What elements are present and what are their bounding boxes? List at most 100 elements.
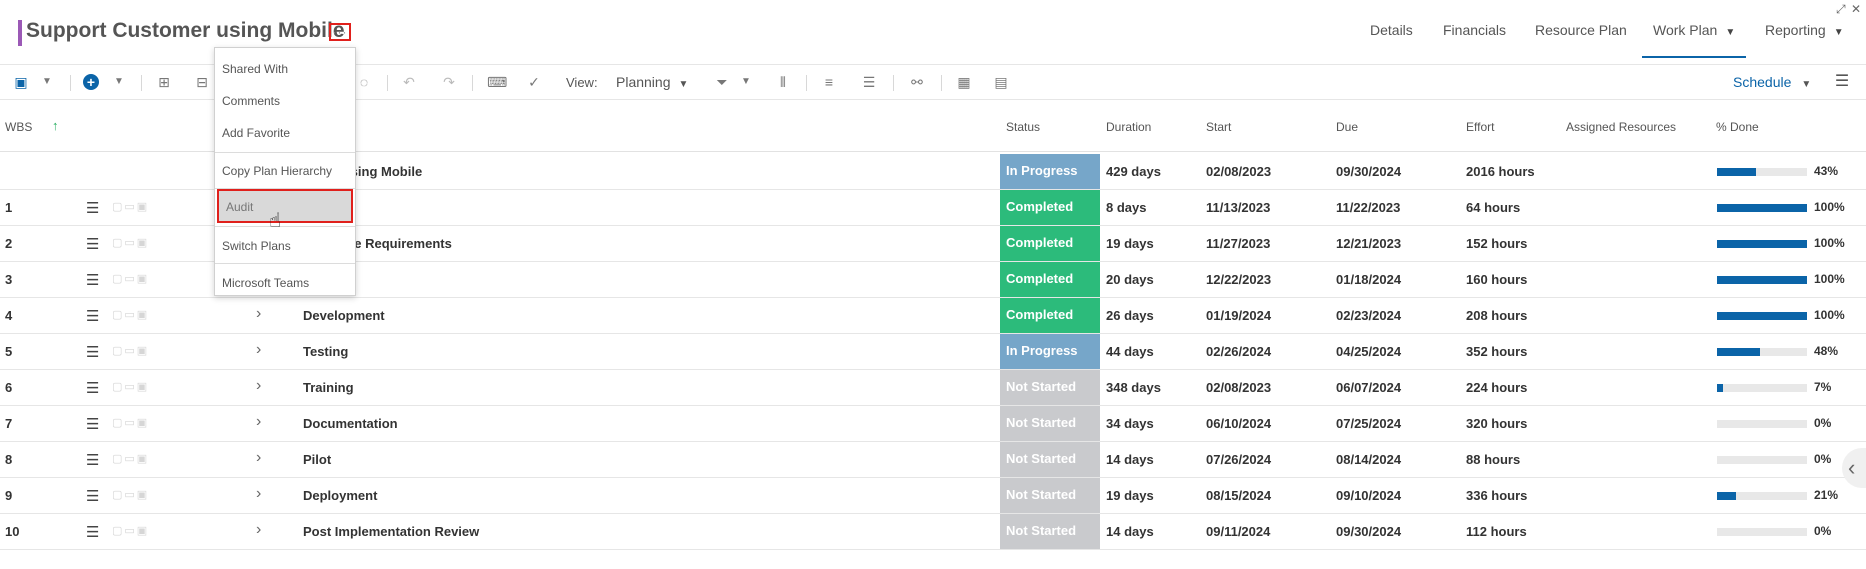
col-duration[interactable]: Duration bbox=[1106, 120, 1151, 134]
drag-handle-icon[interactable]: ☰ bbox=[86, 235, 99, 253]
row-action-icons[interactable]: ▢▭▣ bbox=[112, 416, 149, 429]
columns-icon[interactable]: ⫴ bbox=[774, 73, 792, 91]
col-status[interactable]: Status bbox=[1006, 120, 1040, 134]
tab-reporting[interactable]: Reporting ▼ bbox=[1765, 22, 1844, 38]
drag-handle-icon[interactable]: ☰ bbox=[86, 343, 99, 361]
col-start[interactable]: Start bbox=[1206, 120, 1231, 134]
row-action-icons[interactable]: ▢▭▣ bbox=[112, 200, 149, 213]
task-name-cell[interactable]: Training bbox=[303, 380, 354, 395]
drag-handle-icon[interactable]: ☰ bbox=[86, 307, 99, 325]
col-percent-done[interactable]: % Done bbox=[1716, 120, 1759, 134]
row-action-icons[interactable]: ▢▭▣ bbox=[112, 452, 149, 465]
row-action-icons[interactable]: ▢▭▣ bbox=[112, 272, 149, 285]
task-name-cell[interactable]: Pilot bbox=[303, 452, 331, 467]
more-options-menu: Shared With Comments Add Favorite Copy P… bbox=[214, 47, 356, 296]
tab-work-plan[interactable]: Work Plan ▼ bbox=[1653, 22, 1735, 38]
table-row[interactable]: 9 ☰ ▢▭▣ › Deployment Not Started 19 days 08/15/… bbox=[0, 478, 1866, 514]
table-row[interactable]: 10 ☰ ▢▭▣ › Post Implementation Review Not Sta… bbox=[0, 514, 1866, 550]
chevron-right-icon[interactable]: › bbox=[256, 521, 261, 539]
add-icon[interactable]: + bbox=[83, 74, 99, 90]
link-icon[interactable]: ⚯ bbox=[908, 73, 926, 91]
chevron-right-icon[interactable]: › bbox=[256, 485, 261, 503]
hamburger-menu-icon[interactable]: ☰ bbox=[1833, 73, 1851, 91]
menu-item-audit[interactable]: Audit bbox=[217, 189, 353, 223]
menu-item-microsoft-teams[interactable]: Microsoft Teams bbox=[215, 267, 355, 297]
effort-cell: 2016 hours bbox=[1466, 164, 1535, 179]
table-row[interactable]: 6 ☰ ▢▭▣ › Training Not Started 348 days 02/08/2… bbox=[0, 370, 1866, 406]
progress-bar bbox=[1717, 276, 1807, 284]
row-action-icons[interactable]: ▢▭▣ bbox=[112, 488, 149, 501]
menu-item-add-favorite[interactable]: Add Favorite bbox=[215, 117, 355, 147]
col-effort[interactable]: Effort bbox=[1466, 120, 1494, 134]
drag-handle-icon[interactable]: ☰ bbox=[86, 451, 99, 469]
col-due[interactable]: Due bbox=[1336, 120, 1358, 134]
schedule-select[interactable]: Schedule ▼ bbox=[1733, 74, 1811, 90]
row-action-icons[interactable]: ▢▭▣ bbox=[112, 308, 149, 321]
drag-handle-icon[interactable]: ☰ bbox=[86, 379, 99, 397]
col-assigned-resources[interactable]: Assigned Resources bbox=[1566, 120, 1676, 134]
progress-bar bbox=[1717, 312, 1807, 320]
align-left-icon[interactable]: ≡ bbox=[820, 73, 838, 91]
filter-dropdown-icon[interactable]: ▼ bbox=[737, 73, 755, 91]
row-action-icons[interactable]: ▢▭▣ bbox=[112, 236, 149, 249]
table-row[interactable]: 5 ☰ ▢▭▣ › Testing In Progress 44 days 02/26/202… bbox=[0, 334, 1866, 370]
tab-resource-plan[interactable]: Resource Plan bbox=[1535, 22, 1627, 38]
due-cell: 08/14/2024 bbox=[1336, 452, 1402, 467]
keyboard-icon[interactable]: ⌨ bbox=[487, 73, 507, 91]
indent-icon[interactable]: ☰ bbox=[860, 73, 878, 91]
row-action-icons[interactable]: ▢▭▣ bbox=[112, 524, 149, 537]
row-action-icons[interactable]: ▢▭▣ bbox=[112, 344, 149, 357]
task-name-cell[interactable]: Deployment bbox=[303, 488, 377, 503]
save-icon[interactable]: ▣ bbox=[12, 73, 30, 91]
percent-done-cell: 43% bbox=[1814, 164, 1839, 178]
table-row[interactable]: 7 ☰ ▢▭▣ › Documentation Not Started 34 days 06/… bbox=[0, 406, 1866, 442]
redo-icon[interactable]: ↷ bbox=[440, 73, 458, 91]
close-window-icon[interactable]: ✕ bbox=[1851, 2, 1861, 16]
chevron-right-icon[interactable]: › bbox=[256, 413, 261, 431]
undo-icon[interactable]: ↶ bbox=[400, 73, 418, 91]
menu-item-shared-with[interactable]: Shared With bbox=[215, 53, 355, 83]
save-dropdown-icon[interactable]: ▼ bbox=[38, 73, 56, 91]
task-name-cell[interactable]: Development bbox=[303, 308, 385, 323]
menu-item-copy-plan-hierarchy[interactable]: Copy Plan Hierarchy bbox=[215, 155, 355, 185]
tab-details[interactable]: Details bbox=[1370, 22, 1413, 38]
status-badge: Completed bbox=[1000, 226, 1100, 261]
sort-ascending-icon[interactable]: ↑ bbox=[52, 118, 59, 133]
view-label: View: bbox=[566, 75, 598, 90]
calculator-icon[interactable]: ▤ bbox=[992, 73, 1010, 91]
chevron-right-icon[interactable]: › bbox=[256, 305, 261, 323]
view-select[interactable]: Planning ▼ bbox=[616, 74, 688, 90]
status-badge: Not Started bbox=[1000, 514, 1100, 549]
chevron-right-icon[interactable]: › bbox=[256, 341, 261, 359]
start-cell: 02/08/2023 bbox=[1206, 380, 1272, 395]
expand-window-icon[interactable]: ⤢ bbox=[1836, 2, 1846, 17]
task-name-cell[interactable]: Documentation bbox=[303, 416, 398, 431]
menu-item-switch-plans[interactable]: Switch Plans bbox=[215, 230, 355, 260]
hide-icon[interactable]: ◌ bbox=[355, 73, 373, 91]
task-name-cell[interactable]: Post Implementation Review bbox=[303, 524, 479, 539]
drag-handle-icon[interactable]: ☰ bbox=[86, 523, 99, 541]
row-action-icons[interactable]: ▢▭▣ bbox=[112, 380, 149, 393]
task-name-cell[interactable]: Testing bbox=[303, 344, 348, 359]
chevron-right-icon[interactable]: › bbox=[256, 377, 261, 395]
drag-handle-icon[interactable]: ☰ bbox=[86, 415, 99, 433]
table-row[interactable]: 4 ☰ ▢▭▣ › Development Completed 26 days 01/19/2… bbox=[0, 298, 1866, 334]
due-cell: 06/07/2024 bbox=[1336, 380, 1402, 395]
due-cell: 01/18/2024 bbox=[1336, 272, 1402, 287]
check-list-icon[interactable]: ✓ bbox=[525, 73, 543, 91]
col-wbs[interactable]: WBS bbox=[5, 120, 32, 134]
duration-cell: 348 days bbox=[1106, 380, 1161, 395]
expand-all-icon[interactable]: ⊞ bbox=[155, 73, 173, 91]
drag-handle-icon[interactable]: ☰ bbox=[86, 199, 99, 217]
calendar-icon[interactable]: ▦ bbox=[955, 73, 973, 91]
tab-financials[interactable]: Financials bbox=[1443, 22, 1506, 38]
filter-icon[interactable]: ⏷ bbox=[713, 73, 731, 91]
menu-item-comments[interactable]: Comments bbox=[215, 85, 355, 115]
more-options-button[interactable]: ··· bbox=[329, 23, 351, 41]
drag-handle-icon[interactable]: ☰ bbox=[86, 487, 99, 505]
table-row[interactable]: 8 ☰ ▢▭▣ › Pilot Not Started 14 days 07/26/2024 0… bbox=[0, 442, 1866, 478]
chevron-right-icon[interactable]: › bbox=[256, 449, 261, 467]
collapse-all-icon[interactable]: ⊟ bbox=[193, 73, 211, 91]
add-dropdown-icon[interactable]: ▼ bbox=[110, 73, 128, 91]
drag-handle-icon[interactable]: ☰ bbox=[86, 271, 99, 289]
